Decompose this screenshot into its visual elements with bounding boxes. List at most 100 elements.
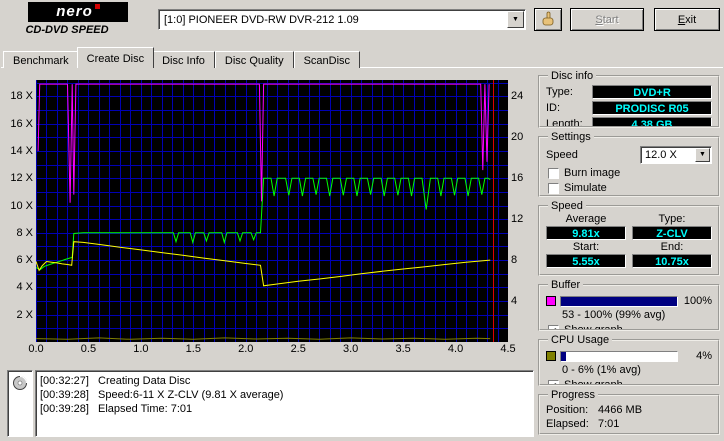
- app-logo-subtitle: CD-DVD SPEED: [25, 24, 109, 36]
- cpu-usage-title: CPU Usage: [551, 334, 610, 346]
- disc-type-value: DVD+R: [592, 85, 712, 99]
- tab-create-disc[interactable]: Create Disc: [76, 47, 155, 68]
- y-right-tick-label: 24: [511, 90, 524, 103]
- log-line: [00:39:28] Elapsed Time: 7:01: [40, 402, 529, 416]
- y-right-tick-label: 8: [511, 254, 518, 267]
- y-left-tick-label: 12 X: [10, 172, 33, 185]
- x-tick-label: 4.0: [447, 343, 464, 355]
- y-left-tick-label: 14 X: [10, 144, 33, 157]
- disc-icon: [13, 375, 28, 390]
- disc-info-title: Disc info: [551, 70, 594, 82]
- y-right-tick-label: 20: [511, 131, 524, 144]
- buffer-range: 53 - 100% (99% avg): [562, 309, 666, 321]
- chart-plot-area: [35, 80, 509, 343]
- tab-disc-info[interactable]: Disc Info: [152, 51, 215, 68]
- log-text-box[interactable]: [00:32:27] Creating Data Disc [00:39:28] Sp…: [35, 370, 534, 437]
- speed-average-label: Average: [565, 213, 607, 225]
- y-right-tick-label: 4: [511, 295, 518, 308]
- cpu-show-graph-checkbox[interactable]: ✔: [548, 379, 559, 384]
- speed-start-value: 5.55x: [546, 254, 626, 268]
- chart-y-axis-left: 2 X 4 X 6 X 8 X 10 X 12 X 14 X 16 X 18 X: [6, 80, 35, 342]
- position-value: 4466 MB: [598, 404, 643, 416]
- drive-select-arrow-icon[interactable]: ▼: [507, 11, 524, 28]
- burn-image-checkbox[interactable]: [548, 167, 559, 179]
- log-area: [00:32:27] Creating Data Disc [00:39:28] Sp…: [7, 370, 534, 437]
- nero-logo-red-dot-icon: [94, 4, 100, 9]
- position-label: Position:: [546, 404, 589, 416]
- disc-length-label: Length:: [546, 118, 583, 128]
- x-tick-label: 0.5: [80, 343, 97, 355]
- chart-x-axis: 0.0 0.5 1.0 1.5 2.0 2.5 3.0 3.5 4.0 4.5: [28, 343, 516, 357]
- log-icon-box: [7, 370, 33, 437]
- cpu-value: 4%: [696, 350, 712, 362]
- speed-chart: 2 X 4 X 6 X 8 X 10 X 12 X 14 X 16 X 18 X 4 8 12 16 2…: [6, 80, 534, 358]
- start-button-label: Start: [595, 13, 619, 26]
- hand-icon: [542, 11, 554, 26]
- y-left-tick-label: 8 X: [16, 226, 33, 239]
- speed-type-value: Z-CLV: [632, 226, 712, 240]
- cpu-color-swatch: [546, 351, 556, 361]
- burn-image-option[interactable]: Burn image: [548, 167, 712, 179]
- disc-info-group: Disc info Type: DVD+R ID: PRODISC R05 Leng…: [538, 70, 720, 128]
- speed-select-arrow-icon[interactable]: ▼: [695, 148, 710, 162]
- progress-group: Progress Position: 4466 MB Elapsed: 7:01: [538, 389, 720, 435]
- simulate-label: Simulate: [564, 182, 607, 194]
- exit-button-label: Exit: [677, 13, 697, 26]
- cpu-bar: [560, 350, 678, 362]
- speed-select[interactable]: 12.0 X ▼: [640, 146, 712, 164]
- y-right-tick-label: 12: [511, 213, 524, 226]
- buffer-show-graph-checkbox[interactable]: ✔: [548, 324, 559, 329]
- log-line: [00:39:28] Speed:6-11 X Z-CLV (9.81 X ave…: [40, 388, 529, 402]
- y-left-tick-label: 6 X: [16, 254, 33, 267]
- buffer-value: 100%: [683, 295, 712, 307]
- buffer-bar-fill: [561, 296, 677, 306]
- buffer-bar: [560, 295, 678, 307]
- x-tick-label: 4.5: [500, 343, 516, 355]
- speed-title: Speed: [551, 200, 583, 212]
- speed-end-label: End:: [660, 241, 684, 253]
- exit-button[interactable]: Exit: [654, 8, 720, 31]
- cpu-range: 0 - 6% (1% avg): [562, 364, 641, 376]
- y-left-tick-label: 16 X: [10, 117, 33, 130]
- speed-type-label: Type:: [658, 213, 686, 225]
- buffer-title: Buffer: [551, 279, 581, 291]
- log-timestamp: [00:39:28]: [40, 389, 89, 401]
- buffer-group: Buffer 100% 53 - 100% (99% avg) ✔ Show gr…: [538, 279, 720, 331]
- buffer-color-swatch: [546, 296, 556, 306]
- log-message: Speed:6-11 X Z-CLV (9.81 X average): [98, 389, 284, 401]
- x-tick-label: 0.0: [28, 343, 44, 355]
- disc-id-label: ID:: [546, 102, 561, 114]
- y-left-tick-label: 4 X: [16, 281, 33, 294]
- drive-select[interactable]: [1:0] PIONEER DVD-RW DVR-212 1.09 ▼: [158, 9, 526, 30]
- speed-setting-label: Speed: [546, 149, 578, 161]
- log-timestamp: [00:39:28]: [40, 403, 89, 415]
- buffer-show-graph-label: Show graph: [564, 324, 623, 331]
- log-timestamp: [00:32:27]: [40, 375, 89, 387]
- y-right-tick-label: 16: [511, 172, 524, 185]
- tab-disc-quality[interactable]: Disc Quality: [214, 51, 294, 68]
- cpu-show-graph-option[interactable]: ✔ Show graph: [548, 379, 712, 384]
- tab-benchmark[interactable]: Benchmark: [3, 51, 79, 68]
- burn-image-label: Burn image: [564, 167, 621, 179]
- simulate-option[interactable]: Simulate: [548, 182, 712, 194]
- y-left-tick-label: 18 X: [10, 90, 33, 103]
- tab-scandisc[interactable]: ScanDisc: [293, 51, 361, 68]
- settings-group: Settings Speed 12.0 X ▼ Burn image Simul…: [538, 131, 720, 197]
- disc-type-label: Type:: [546, 86, 573, 98]
- elapsed-value: 7:01: [598, 418, 620, 430]
- log-message: Creating Data Disc: [98, 375, 191, 387]
- progress-title: Progress: [551, 389, 596, 401]
- speed-start-label: Start:: [572, 241, 600, 253]
- start-button[interactable]: Start: [570, 8, 644, 31]
- simulate-checkbox[interactable]: [548, 182, 559, 194]
- speed-select-value: 12.0 X: [645, 149, 677, 161]
- tab-strip: Benchmark Create Disc Disc Info Disc Qualit…: [3, 47, 361, 68]
- buffer-show-graph-option[interactable]: ✔ Show graph: [548, 324, 712, 331]
- y-left-tick-label: 2 X: [16, 308, 33, 321]
- x-tick-label: 1.0: [133, 343, 149, 355]
- disc-length-value: 4.38 GB: [592, 117, 712, 126]
- elapsed-label: Elapsed:: [546, 418, 589, 430]
- x-tick-label: 2.0: [238, 343, 254, 355]
- hand-tool-button[interactable]: [534, 8, 562, 31]
- cpu-usage-group: CPU Usage 4% 0 - 6% (1% avg) ✔ Show graph: [538, 334, 720, 386]
